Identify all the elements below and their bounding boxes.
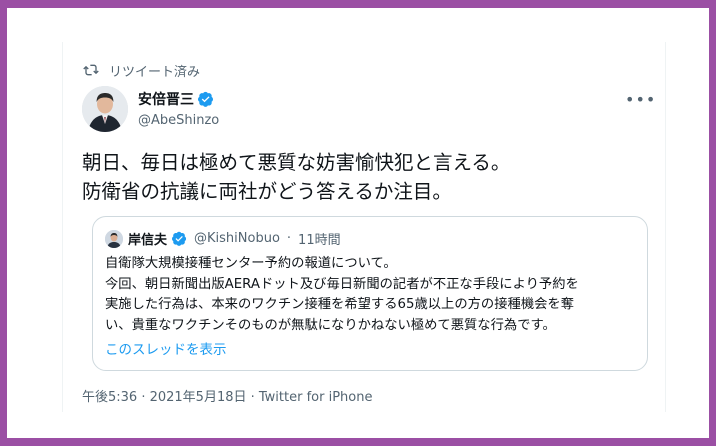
quoted-tweet-header: 岸信夫 @KishiNobuo · 11時間 (105, 229, 341, 248)
tweet-timestamp[interactable]: 午後5:36 · 2021年5月18日 · Twitter for iPhone (82, 386, 372, 405)
retweet-icon (83, 63, 99, 77)
quoted-tweet-text: 自衛隊大規模接種センター予約の報道について。 今回、朝日新聞出版AERAドット及… (105, 254, 640, 336)
quoted-text-line-2: 今回、朝日新聞出版AERAドット及び毎日新聞の記者が不正な手段により予約を (105, 276, 579, 292)
quoted-tweet[interactable]: 岸信夫 @KishiNobuo · 11時間 自衛隊大規模接種センター予約の報道… (92, 216, 648, 371)
quoted-separator: · (286, 231, 292, 246)
retweet-label: リツイート済み (109, 64, 201, 80)
show-thread-link[interactable]: このスレッドを表示 (105, 338, 227, 358)
avatar[interactable] (82, 86, 128, 132)
quoted-verified-badge-icon (172, 231, 187, 246)
more-horizontal-icon: ••• (625, 90, 657, 109)
display-name[interactable]: 安倍晋三 (138, 89, 194, 109)
quoted-handle: @KishiNobuo (194, 231, 280, 246)
tweet-text-line-1: 朝日、毎日は極めて悪質な妨害愉快犯と言える。 (82, 151, 511, 174)
quoted-text-line-4: い、貴重なワクチンそのものが無駄になりかねない極めて悪質な行為です。 (105, 317, 556, 333)
quoted-time: 11時間 (298, 233, 341, 248)
quoted-text-line-3: 実施した行為は、本来のワクチン接種を希望する65歳以上の方の接種機会を奪 (105, 297, 575, 312)
screenshot-frame: リツイート済み 安倍晋三 @AbeShinzo ••• 朝日、毎日は極めて悪質な… (7, 8, 709, 438)
display-name-row[interactable]: 安倍晋三 (138, 89, 219, 109)
more-options-button[interactable]: ••• (625, 90, 655, 110)
retweet-indicator: リツイート済み (83, 60, 200, 80)
quoted-display-name: 岸信夫 (128, 233, 168, 248)
verified-badge-icon (198, 91, 214, 107)
tweet-header: 安倍晋三 @AbeShinzo ••• (82, 86, 655, 134)
tweet-card: リツイート済み 安倍晋三 @AbeShinzo ••• 朝日、毎日は極めて悪質な… (62, 42, 666, 412)
quoted-avatar (105, 229, 123, 248)
quoted-text-line-1: 自衛隊大規模接種センター予約の報道について。 (105, 256, 397, 271)
author-names: 安倍晋三 @AbeShinzo (138, 89, 219, 128)
tweet-text-line-2: 防衛省の抗議に両社がどう答えるか注目。 (82, 180, 452, 203)
tweet-text: 朝日、毎日は極めて悪質な妨害愉快犯と言える。 防衛省の抗議に両社がどう答えるか注… (82, 148, 642, 206)
author-handle[interactable]: @AbeShinzo (138, 113, 219, 128)
